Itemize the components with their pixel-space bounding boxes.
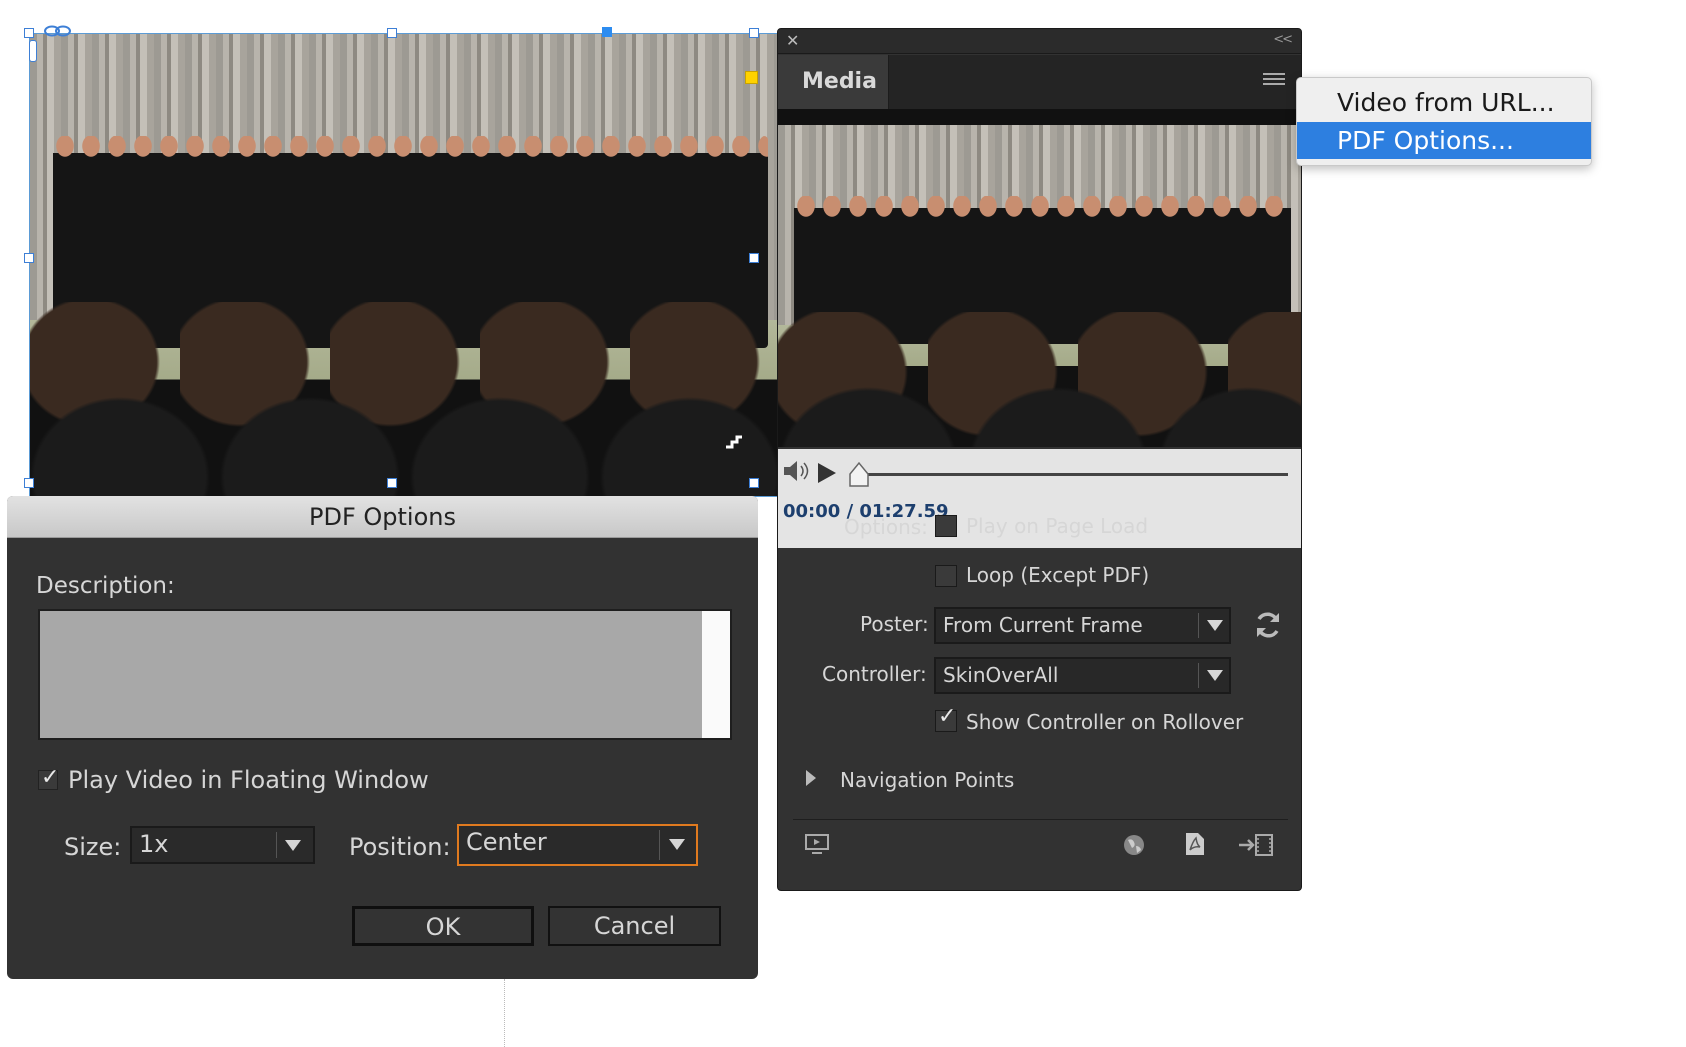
globe-icon[interactable]	[1122, 833, 1146, 857]
menu-item-pdf-options[interactable]: PDF Options...	[1297, 122, 1591, 159]
checkmark-icon: ✓	[41, 765, 60, 790]
controller-label: Controller:	[822, 662, 927, 686]
disclosure-triangle-icon[interactable]	[806, 770, 816, 786]
selection-handle-top-center[interactable]	[387, 28, 397, 38]
chevron-down-icon	[285, 840, 301, 851]
panel-tab-row: Media	[778, 55, 1301, 109]
preview-icon[interactable]	[804, 833, 830, 855]
loop-label: Loop (Except PDF)	[966, 563, 1150, 587]
navigation-points-label[interactable]: Navigation Points	[840, 768, 1014, 792]
collapse-panel-icon[interactable]: <<	[1273, 32, 1293, 47]
show-controller-label: Show Controller on Rollover	[966, 710, 1244, 734]
position-value: Center	[466, 828, 547, 856]
dialog-title: PDF Options	[7, 496, 758, 538]
description-label: Description:	[36, 573, 175, 599]
size-value: 1x	[139, 830, 169, 858]
selection-handle-bottom-center[interactable]	[387, 478, 397, 488]
show-controller-checkbox[interactable]: ✓	[935, 704, 957, 732]
panel-flyout-menu: Video from URL... PDF Options...	[1296, 77, 1592, 166]
pdf-options-dialog: PDF Options Description: ✓ Play Video in…	[7, 496, 758, 979]
chevron-down-icon	[1207, 670, 1223, 681]
loop-checkbox[interactable]	[935, 565, 957, 587]
media-panel: ✕ << Media 00:00 / 01:27.59 Options: Pla…	[777, 28, 1302, 891]
controller-value: SkinOverAll	[943, 663, 1059, 687]
checkmark-icon: ✓	[938, 704, 957, 729]
play-on-load-checkbox[interactable]	[935, 515, 957, 537]
size-label: Size:	[64, 833, 122, 861]
tab-media[interactable]: Media	[778, 55, 889, 109]
hamburger-icon[interactable]	[1263, 73, 1285, 89]
play-icon[interactable]	[818, 463, 836, 483]
floating-window-checkbox[interactable]: ✓	[38, 765, 60, 790]
position-dropdown[interactable]: Center	[457, 824, 698, 866]
refresh-icon[interactable]	[1252, 609, 1284, 641]
play-on-load-label: Play on Page Load	[966, 514, 1149, 538]
selection-handle-middle-left[interactable]	[24, 253, 34, 263]
description-textarea[interactable]	[38, 609, 732, 740]
description-scrollbar[interactable]	[702, 611, 730, 738]
options-label: Options:	[844, 515, 928, 539]
selection-handle-top-right[interactable]	[749, 28, 759, 38]
panel-header-bar: ✕ <<	[778, 29, 1301, 54]
cancel-button[interactable]: Cancel	[548, 906, 721, 946]
position-label: Position:	[349, 833, 451, 861]
video-poster-image	[30, 34, 783, 496]
size-dropdown[interactable]: 1x	[130, 826, 315, 864]
scrub-thumb[interactable]	[847, 460, 871, 488]
pdf-icon[interactable]	[1184, 831, 1206, 857]
poster-value: From Current Frame	[943, 613, 1143, 637]
place-icon[interactable]	[1238, 833, 1274, 857]
poster-label: Poster:	[860, 612, 929, 636]
chevron-down-icon	[1207, 620, 1223, 631]
speaker-icon[interactable]	[782, 458, 812, 484]
floating-window-label: Play Video in Floating Window	[68, 766, 429, 794]
controller-dropdown[interactable]: SkinOverAll	[934, 657, 1231, 694]
link-icon[interactable]	[43, 24, 73, 38]
selection-handle-reference-point[interactable]	[602, 27, 612, 37]
guide-line	[504, 979, 505, 1047]
video-frame-icon	[726, 435, 742, 449]
selection-handle-bottom-right[interactable]	[749, 478, 759, 488]
footer-divider	[793, 819, 1288, 820]
frame-content-indicator	[29, 40, 37, 62]
selection-handle-bottom-left[interactable]	[24, 478, 34, 488]
selection-handle-top-left[interactable]	[24, 28, 34, 38]
placed-video-frame[interactable]	[29, 33, 784, 497]
menu-item-video-from-url[interactable]: Video from URL...	[1297, 84, 1591, 121]
ok-button[interactable]: OK	[352, 906, 534, 946]
video-preview[interactable]	[778, 125, 1301, 447]
scrub-bar[interactable]	[863, 473, 1288, 476]
selection-handle-middle-right[interactable]	[749, 253, 759, 263]
corner-options-handle[interactable]	[745, 71, 758, 84]
close-icon[interactable]: ✕	[786, 31, 799, 50]
chevron-down-icon	[669, 839, 685, 850]
poster-dropdown[interactable]: From Current Frame	[934, 607, 1231, 644]
